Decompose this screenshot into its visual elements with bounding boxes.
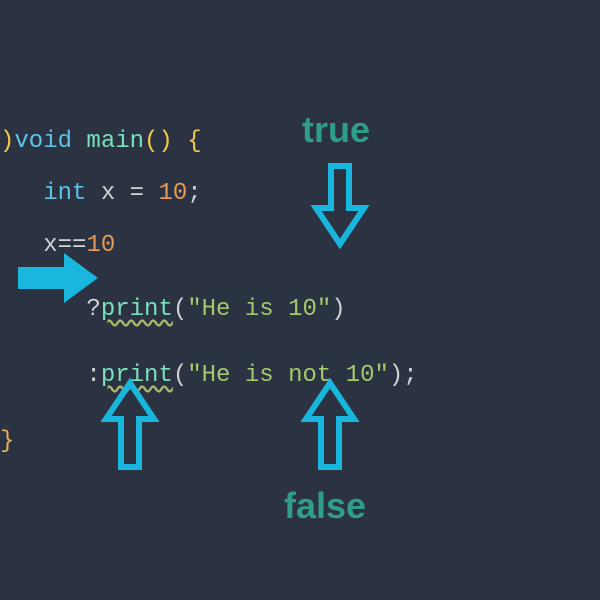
arrow-up-left (100, 375, 160, 475)
tok-assign: = (130, 180, 144, 207)
tok-int: int (43, 180, 86, 207)
tok-rparen-1: ) (331, 296, 345, 323)
tok-main: main (86, 128, 144, 155)
tok-x: x (101, 180, 115, 207)
tok-str-1: "He is 10" (187, 296, 331, 323)
arrow-right-solid (14, 249, 104, 307)
tok-semi-2: ; (403, 362, 417, 389)
code-line-6: } (0, 406, 58, 478)
tok-rparen-2: ) (389, 362, 403, 389)
tok-parens: () (144, 128, 173, 155)
tok-colon: : (86, 362, 100, 389)
code-block: )void main() { int x = 10; x==10 ?print(… (0, 106, 58, 600)
label-false: false (284, 485, 366, 527)
label-true: true (302, 109, 370, 151)
tok-brace-open: { (187, 128, 201, 155)
tok-print-1: print (101, 296, 173, 323)
tok-brace-close: } (0, 428, 14, 455)
arrow-up-right (300, 375, 360, 475)
arrow-down-true (310, 160, 370, 252)
tok-semi: ; (187, 180, 201, 207)
tok-lparen-2: ( (173, 362, 187, 389)
tok-10: 10 (158, 180, 187, 207)
tok-void: void (14, 128, 72, 155)
code-diagram: )void main() { int x = 10; x==10 ?print(… (0, 0, 600, 600)
tok-paren-lead: ) (0, 128, 14, 155)
tok-lparen-1: ( (173, 296, 187, 323)
